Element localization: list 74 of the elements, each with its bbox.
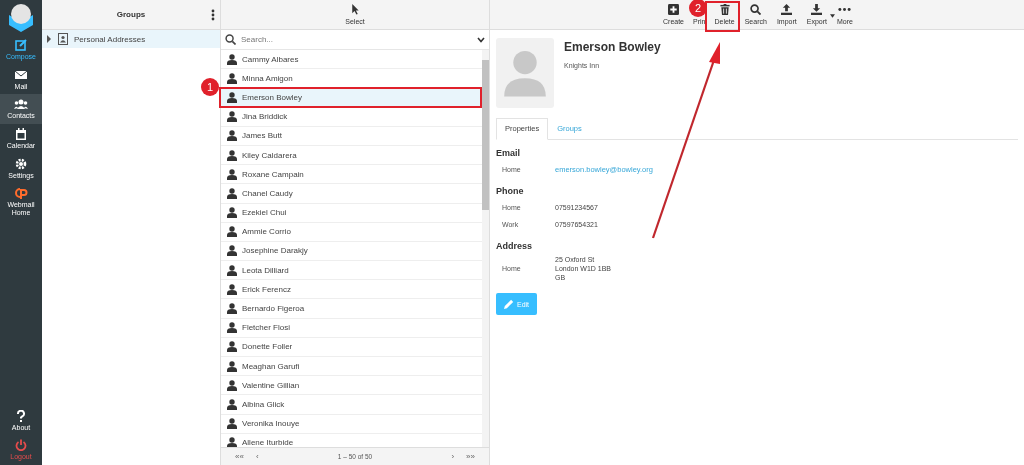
person-icon: [227, 341, 237, 353]
person-icon: [227, 226, 237, 238]
panel-title: Groups: [116, 10, 146, 19]
contact-row[interactable]: Chanel Caudy: [221, 184, 482, 204]
menu-icon[interactable]: [211, 8, 215, 21]
contact-row[interactable]: Cammy Albares: [221, 50, 482, 70]
plus-square-icon: [668, 4, 679, 15]
download-icon: [811, 4, 823, 15]
contact-row[interactable]: Roxane Campain: [221, 165, 482, 185]
contact-row[interactable]: Ezekiel Chui: [221, 203, 482, 223]
person-icon: [227, 379, 237, 391]
person-icon: [227, 264, 237, 276]
chevron-down-icon[interactable]: [477, 36, 485, 43]
contact-row[interactable]: Fletcher Flosi: [221, 318, 482, 338]
contact-row[interactable]: James Butt: [221, 126, 482, 146]
search-icon: [225, 34, 236, 45]
person-icon: [227, 149, 237, 161]
contact-row[interactable]: Leota Dilliard: [221, 261, 482, 281]
caret-icon: [829, 14, 835, 18]
search-icon: [750, 4, 762, 15]
contact-row[interactable]: Meaghan Garufi: [221, 357, 482, 377]
trash-icon: [719, 4, 730, 15]
person-icon: [227, 91, 237, 103]
person-icon: [227, 418, 237, 430]
pencil-icon: [504, 299, 514, 309]
expand-arrow-icon[interactable]: [46, 35, 52, 43]
envelope-icon: [15, 68, 27, 81]
people-icon: [14, 98, 28, 111]
person-icon: [227, 130, 237, 142]
person-icon: [227, 398, 237, 410]
person-icon: [227, 322, 237, 334]
pencil-square-icon: [15, 39, 27, 51]
person-icon: [227, 111, 237, 123]
person-icon: [227, 283, 237, 295]
person-icon: [227, 303, 237, 315]
contact-row[interactable]: Bernardo Figeroa: [221, 299, 482, 319]
question-mark-icon: [16, 409, 26, 422]
contact-row[interactable]: Kiley Caldarera: [221, 145, 482, 166]
contact-row[interactable]: Erick Ferencz: [221, 280, 482, 300]
scrollbar[interactable]: [482, 50, 489, 447]
upload-icon: [781, 4, 793, 15]
search-field[interactable]: Search...: [241, 35, 472, 44]
section-title: Address: [496, 241, 533, 251]
contact-row[interactable]: Veronika Inouye: [221, 414, 482, 434]
settings-icon: [15, 157, 27, 170]
first-page-button[interactable]: ««: [229, 452, 250, 461]
contact-row[interactable]: Albina Glick: [221, 395, 482, 415]
person-icon: [227, 53, 237, 65]
person-icon: [227, 207, 237, 219]
person-icon: [227, 72, 237, 84]
person-icon: [227, 168, 237, 180]
person-icon: [227, 437, 237, 447]
contact-name: Emerson Bowley: [564, 40, 661, 54]
contact-row[interactable]: Valentine Gillian: [221, 376, 482, 396]
person-icon: [227, 245, 237, 257]
group-item[interactable]: Personal Addresses: [42, 30, 220, 48]
next-page-button[interactable]: ›: [445, 452, 461, 461]
person-icon: [227, 187, 237, 199]
cp-logo: [14, 187, 28, 200]
cursor-icon: [351, 4, 359, 15]
contact-row[interactable]: Donette Foller: [221, 337, 482, 357]
previous-page-button[interactable]: ‹: [249, 452, 265, 461]
contact-row[interactable]: Jina Briddick: [221, 107, 482, 127]
logo: [6, 3, 36, 33]
step-badge: 1: [201, 78, 219, 96]
last-page-button[interactable]: »»: [460, 452, 481, 461]
contact-row[interactable]: Ammie Corrio: [221, 222, 482, 242]
section-title: Phone: [496, 186, 525, 196]
section-title: Email: [496, 148, 521, 158]
address-book-icon: [58, 33, 68, 45]
contact-row[interactable]: Josephine Darakjy: [221, 241, 482, 262]
power-icon: [15, 439, 27, 452]
person-icon: [227, 360, 237, 372]
calendar-icon: [15, 128, 27, 141]
